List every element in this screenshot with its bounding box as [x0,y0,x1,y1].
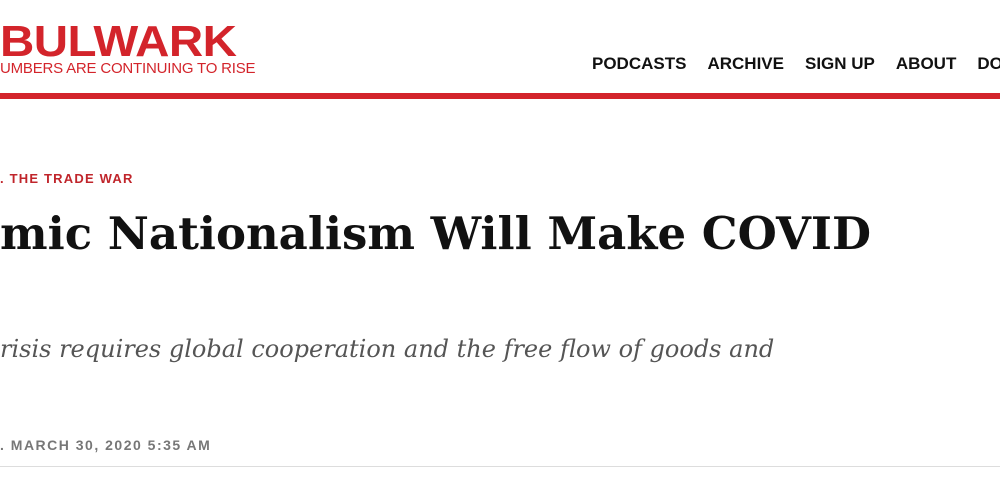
nav-donate[interactable]: DON [977,54,1000,74]
site-header: BULWARK UMBERS ARE CONTINUING TO RISE PO… [0,0,1000,93]
main-nav: PODCASTS ARCHIVE SIGN UP ABOUT DON [592,54,1000,74]
site-logo[interactable]: BULWARK [0,20,237,64]
header-divider [0,93,1000,99]
nav-about[interactable]: ABOUT [896,54,956,74]
article-subheadline: risis requires global cooperation and th… [0,335,775,363]
nav-podcasts[interactable]: PODCASTS [592,54,686,74]
article-headline: mic Nationalism Will Make COVID [0,207,871,260]
nav-sign-up[interactable]: SIGN UP [805,54,875,74]
article-byline-date: . MARCH 30, 2020 5:35 AM [0,437,212,453]
byline-divider [0,466,1000,467]
site-tagline: UMBERS ARE CONTINUING TO RISE [0,60,256,77]
nav-archive[interactable]: ARCHIVE [707,54,784,74]
article-category-link[interactable]: . THE TRADE WAR [0,171,134,186]
